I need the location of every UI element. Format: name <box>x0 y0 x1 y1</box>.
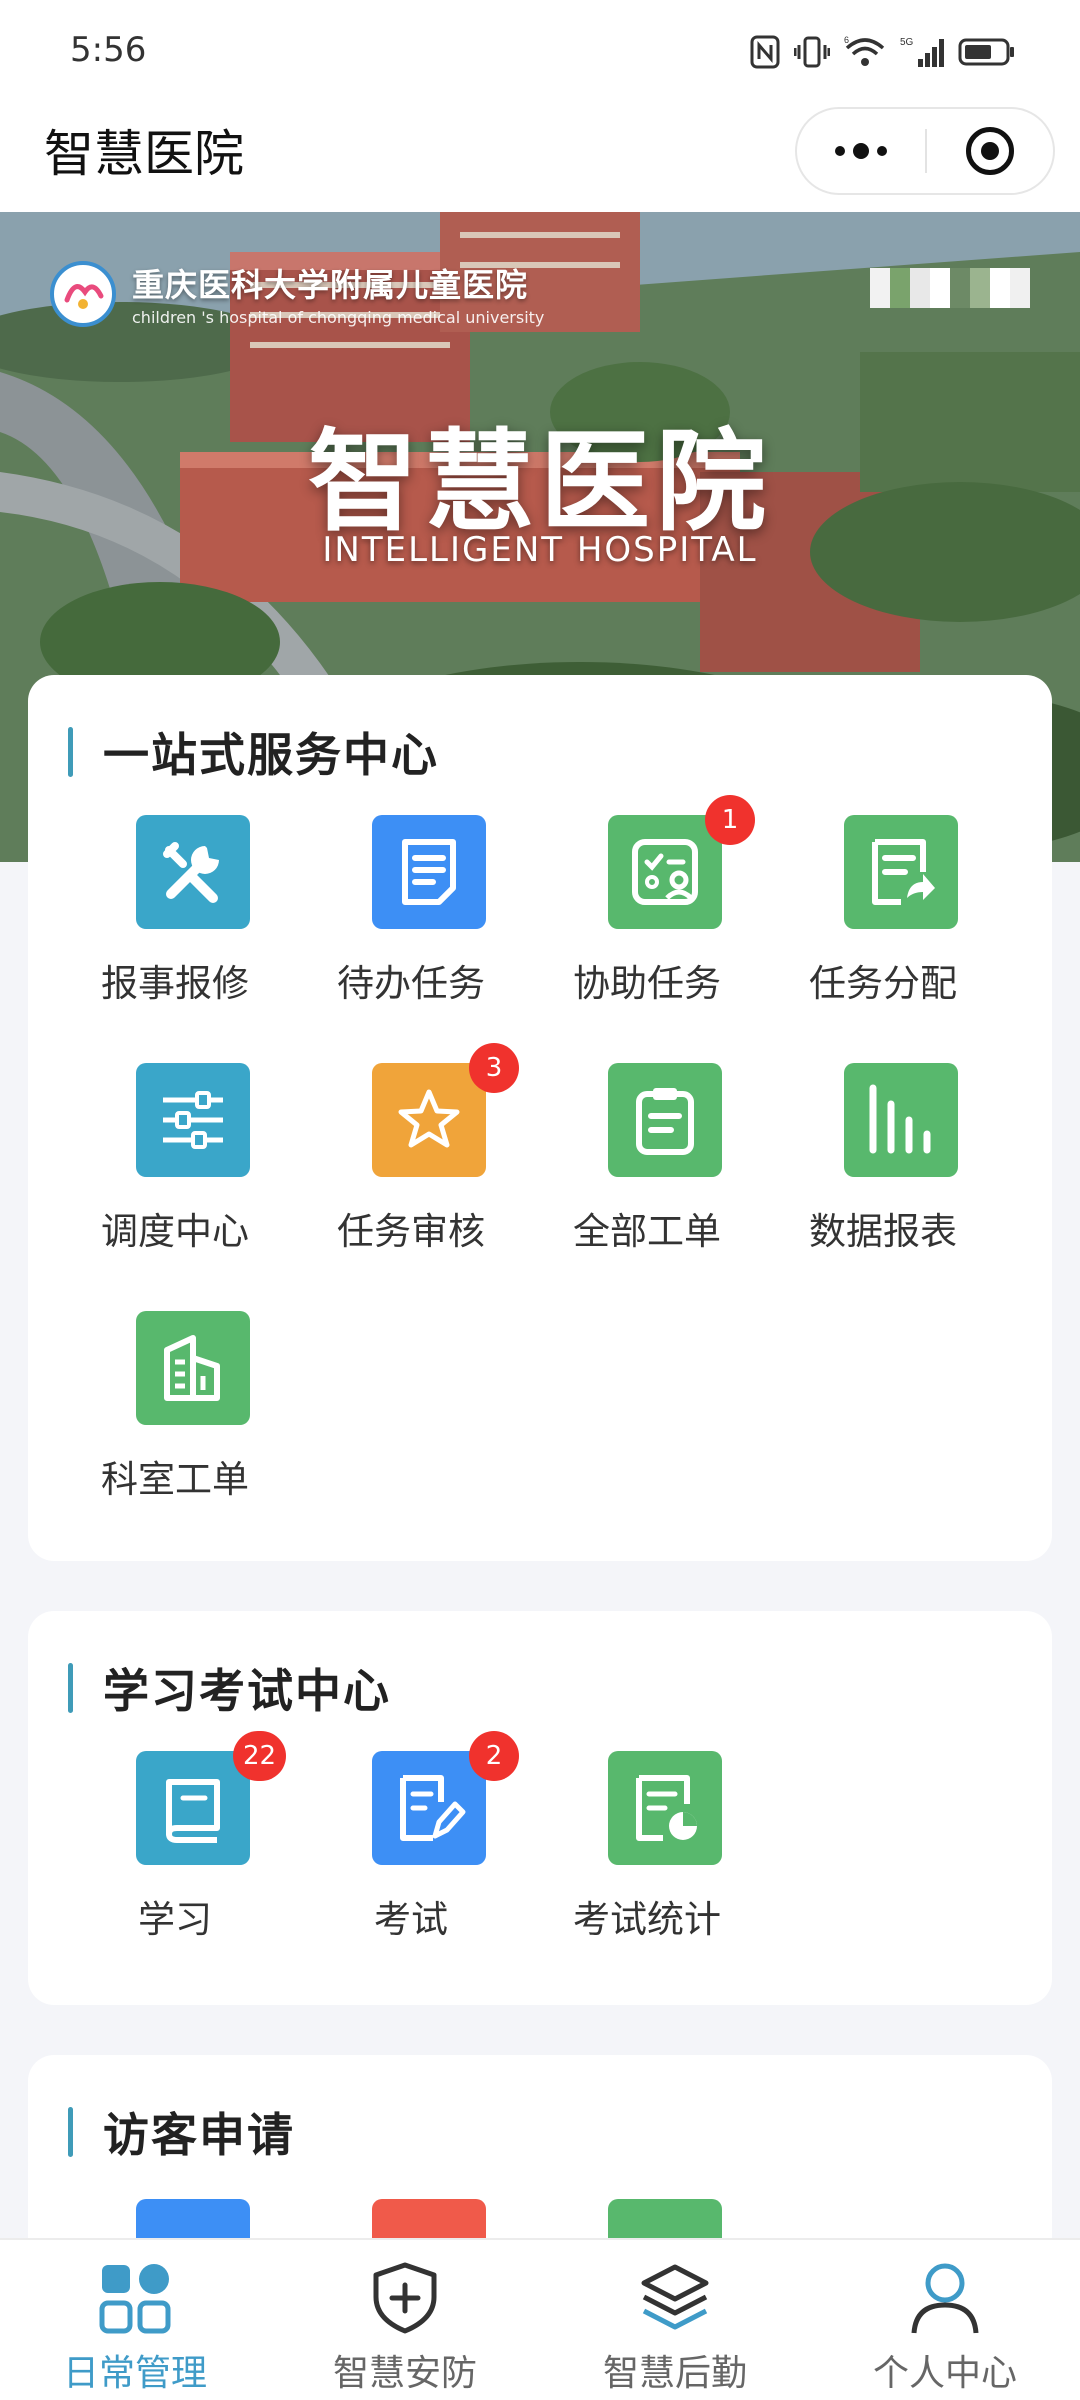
section-accent-bar <box>68 727 73 777</box>
battery-icon <box>958 38 1014 66</box>
hospital-logo: 重庆医科大学附属儿童医院 children 's hospital of cho… <box>50 260 544 327</box>
more-dot-icon <box>877 146 887 156</box>
page-title: 智慧医院 <box>44 125 244 183</box>
notification-badge: 1 <box>705 795 755 845</box>
book-icon <box>136 1751 250 1865</box>
signal-icon: 5G <box>900 37 944 67</box>
wifi-label: 6 <box>844 35 849 45</box>
service-item-label: 数据报表 <box>809 1210 957 1253</box>
exam-item-study[interactable]: 22 学习 <box>57 1731 293 1951</box>
status-bar: 5:56 6 5G <box>0 0 1080 104</box>
section-title: 学习考试中心 <box>103 1664 391 1718</box>
service-item-review[interactable]: 3 任务审核 <box>293 1043 529 1263</box>
banner-title: 智慧医院 <box>308 418 772 546</box>
close-target-icon <box>966 127 1014 175</box>
notification-badge: 22 <box>233 1731 287 1781</box>
service-item-dispatch[interactable]: 调度中心 <box>57 1063 293 1263</box>
section-header: 一站式服务中心 <box>68 719 439 785</box>
report-pie-icon <box>608 1751 722 1865</box>
exam-center-card: 学习考试中心 22 学习 2 考试 考试统计 <box>28 1611 1052 2005</box>
service-center-card: 一站式服务中心 报事报修 待办任务 1 协助任务 任务分配 调度中心 3 任务审… <box>28 675 1052 1561</box>
building-icon <box>136 1311 250 1425</box>
service-item-repair[interactable]: 报事报修 <box>57 815 293 1015</box>
exam-pen-icon <box>372 1751 486 1865</box>
service-item-label: 协助任务 <box>573 962 721 1005</box>
mini-program-capsule <box>795 107 1055 195</box>
exam-item-label: 考试统计 <box>573 1898 721 1941</box>
tab-personal-center[interactable]: 个人中心 <box>810 2240 1080 2400</box>
tab-label: 智慧后勤 <box>602 2353 747 2394</box>
status-time: 5:56 <box>70 30 147 70</box>
user-icon <box>905 2258 985 2338</box>
tab-label: 日常管理 <box>62 2353 207 2394</box>
service-item-assign[interactable]: 任务分配 <box>765 815 1001 1015</box>
section-accent-bar <box>68 2107 73 2157</box>
shield-plus-icon <box>365 2258 445 2338</box>
banner-subtitle: INTELLIGENT HOSPITAL <box>322 530 758 570</box>
bar-chart-icon <box>844 1063 958 1177</box>
wifi-icon: 6 <box>844 35 885 66</box>
tab-label: 智慧安防 <box>332 2353 477 2394</box>
tab-daily-management[interactable]: 日常管理 <box>0 2240 270 2400</box>
more-button[interactable] <box>797 109 925 193</box>
assign-task-icon <box>844 815 958 929</box>
hospital-name: 重庆医科大学附属儿童医院 <box>132 266 529 304</box>
close-button[interactable] <box>927 109 1053 193</box>
service-item-label: 任务分配 <box>809 962 957 1005</box>
exam-item-stats[interactable]: 考试统计 <box>529 1751 765 1951</box>
more-dot-icon <box>853 143 869 159</box>
clipboard-icon <box>608 1063 722 1177</box>
section-accent-bar <box>68 1663 73 1713</box>
more-dot-icon <box>835 146 845 156</box>
layers-icon <box>635 2258 715 2338</box>
service-item-label: 全部工单 <box>573 1210 721 1253</box>
service-item-dept-orders[interactable]: 科室工单 <box>57 1311 293 1511</box>
vibrate-icon <box>794 36 830 68</box>
service-item-label: 报事报修 <box>101 962 249 1005</box>
bottom-tab-bar: 日常管理 智慧安防 智慧后勤 个人中心 <box>0 2238 1080 2400</box>
notification-badge: 3 <box>469 1043 519 1093</box>
service-item-label: 任务审核 <box>337 1210 485 1253</box>
signal-label: 5G <box>900 37 914 48</box>
sliders-icon <box>136 1063 250 1177</box>
tools-icon <box>136 815 250 929</box>
section-title: 一站式服务中心 <box>103 728 439 782</box>
pixelated-area <box>870 268 1030 308</box>
star-icon <box>372 1063 486 1177</box>
tab-smart-security[interactable]: 智慧安防 <box>270 2240 540 2400</box>
service-item-label: 调度中心 <box>101 1210 249 1253</box>
assist-task-icon <box>608 815 722 929</box>
hospital-name-en: children 's hospital of chongqing medica… <box>132 308 545 327</box>
section-title: 访客申请 <box>103 2108 295 2162</box>
notification-badge: 2 <box>469 1731 519 1781</box>
service-item-all-orders[interactable]: 全部工单 <box>529 1063 765 1263</box>
service-item-assist[interactable]: 1 协助任务 <box>529 795 765 1015</box>
nav-bar: 智慧医院 <box>0 104 1080 212</box>
section-header: 学习考试中心 <box>68 1655 391 1721</box>
service-item-label: 科室工单 <box>101 1458 249 1501</box>
grid-icon <box>95 2258 175 2338</box>
document-icon <box>372 815 486 929</box>
status-icons: 6 5G <box>750 30 1016 74</box>
service-item-todo[interactable]: 待办任务 <box>293 815 529 1015</box>
nfc-icon <box>750 35 780 69</box>
exam-item-label: 考试 <box>374 1898 448 1941</box>
tab-smart-logistics[interactable]: 智慧后勤 <box>540 2240 810 2400</box>
service-item-label: 待办任务 <box>337 962 485 1005</box>
exam-item-exam[interactable]: 2 考试 <box>293 1731 529 1951</box>
hospital-emblem-icon <box>50 260 116 327</box>
exam-item-label: 学习 <box>138 1898 212 1941</box>
service-item-data-report[interactable]: 数据报表 <box>765 1063 1001 1263</box>
section-header: 访客申请 <box>68 2099 295 2165</box>
tab-label: 个人中心 <box>872 2353 1017 2394</box>
